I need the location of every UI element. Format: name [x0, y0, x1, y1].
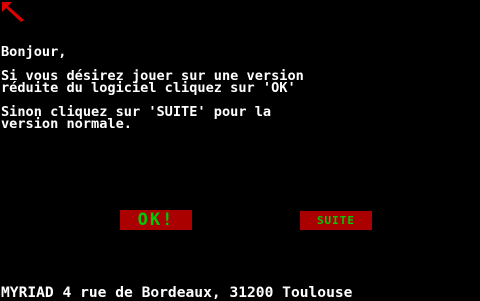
game-screen: Bonjour, Si vous désirez jouer sur une v… — [0, 0, 480, 300]
arrow-pointer-icon — [2, 2, 24, 22]
instruction-line-4: version normale. — [1, 116, 132, 132]
publisher-address: MYRIAD 4 rue de Bordeaux, 31200 Toulouse — [1, 284, 353, 301]
suite-button[interactable]: SUITE — [300, 211, 372, 230]
instruction-line-2: réduite du logiciel cliquez sur 'OK' — [1, 80, 296, 96]
ok-button[interactable]: OK! — [120, 210, 192, 230]
greeting-text: Bonjour, — [1, 44, 67, 60]
